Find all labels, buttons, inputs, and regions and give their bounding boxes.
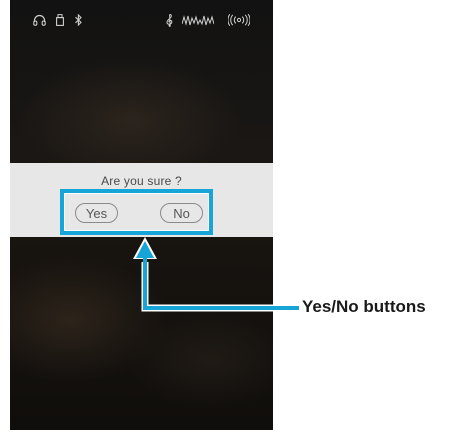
treble-clef-icon: [166, 14, 174, 27]
dialog-message: Are you sure ?: [101, 174, 182, 188]
callout-highlight-box: [60, 189, 213, 235]
bluetooth-icon: [75, 14, 82, 26]
headphones-icon: [33, 14, 46, 26]
status-bar: [10, 0, 273, 42]
sound-wave-icon: [182, 14, 214, 26]
callout-label: Yes/No buttons: [302, 297, 426, 316]
wireless-icon: [228, 14, 250, 26]
usb-icon: [56, 14, 64, 26]
manual-page: Are you sure ? Yes No Yes/No buttons: [0, 0, 471, 430]
